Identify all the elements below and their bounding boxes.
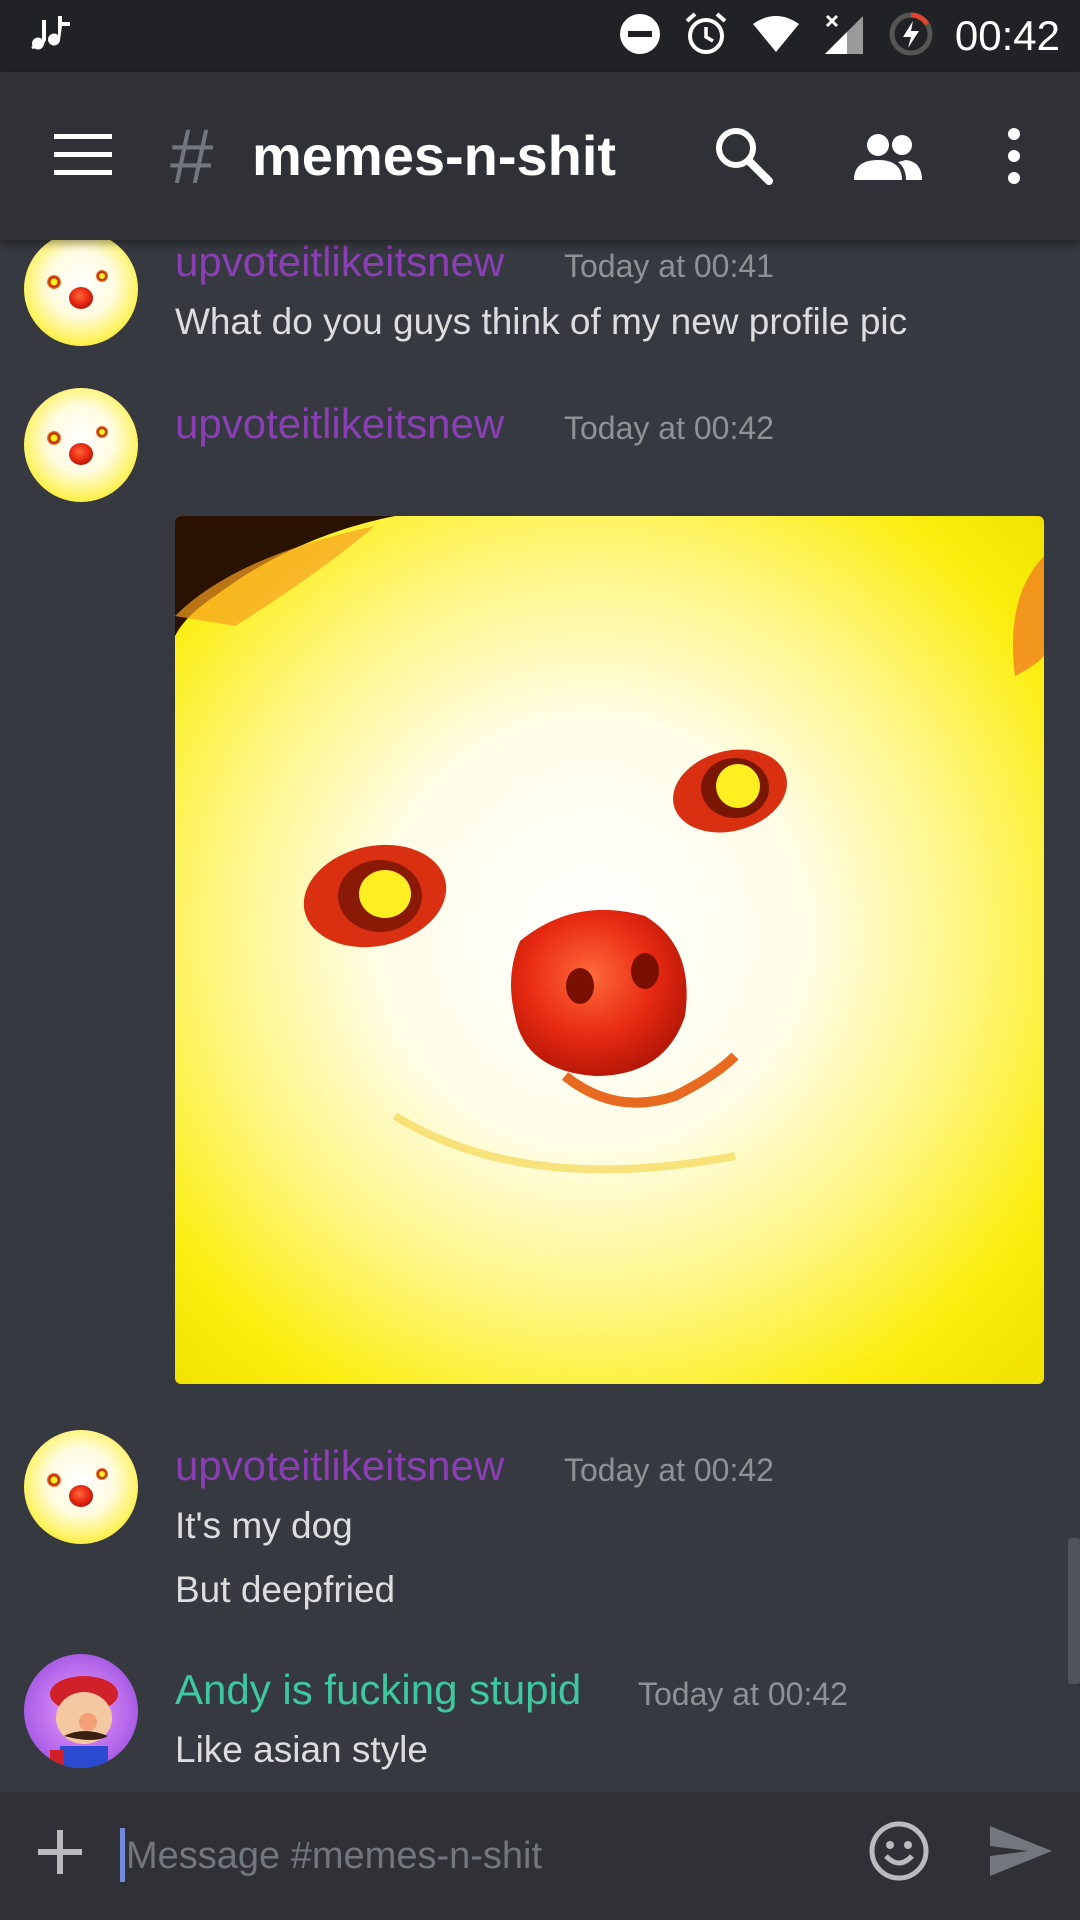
status-clock: 00:42 bbox=[954, 12, 1060, 59]
plus-icon[interactable] bbox=[38, 1830, 82, 1874]
message-list[interactable]: upvoteitlikeitsnew Today at 00:41 What d… bbox=[0, 240, 1080, 1790]
message-text: But deepfried bbox=[175, 1569, 396, 1610]
message-timestamp: Today at 00:42 bbox=[564, 410, 774, 446]
avatar[interactable] bbox=[24, 1654, 138, 1768]
message-text: What do you guys think of my new profile… bbox=[175, 301, 908, 342]
message-author[interactable]: upvoteitlikeitsnew bbox=[175, 1442, 504, 1490]
members-icon[interactable] bbox=[852, 132, 924, 182]
message-input[interactable] bbox=[124, 1820, 848, 1892]
search-icon[interactable] bbox=[712, 124, 774, 186]
avatar[interactable] bbox=[24, 240, 138, 346]
message-timestamp: Today at 00:42 bbox=[638, 1676, 848, 1712]
image-attachment[interactable] bbox=[175, 516, 1044, 1384]
message-author[interactable]: upvoteitlikeitsnew bbox=[175, 400, 504, 448]
channel-hash-icon: # bbox=[170, 112, 214, 200]
emoji-icon[interactable] bbox=[868, 1820, 930, 1882]
channel-title: memes-n-shit bbox=[252, 124, 617, 187]
music-note-icon bbox=[30, 14, 74, 58]
message-timestamp: Today at 00:42 bbox=[564, 1452, 774, 1488]
dnd-icon bbox=[619, 13, 661, 59]
status-bar: 00:42 bbox=[0, 0, 1080, 72]
scrollbar-thumb[interactable] bbox=[1068, 1538, 1080, 1684]
avatar[interactable] bbox=[24, 1430, 138, 1544]
message-author[interactable]: Andy is fucking stupid bbox=[175, 1666, 581, 1714]
message-author[interactable]: upvoteitlikeitsnew bbox=[175, 240, 504, 286]
message-composer bbox=[0, 1792, 1080, 1920]
signal-icon bbox=[823, 12, 867, 60]
wifi-icon bbox=[751, 14, 801, 58]
message-timestamp: Today at 00:41 bbox=[564, 248, 774, 284]
alarm-icon bbox=[683, 11, 729, 61]
more-options-icon[interactable] bbox=[1000, 124, 1028, 188]
channel-header: # memes-n-shit bbox=[0, 72, 1080, 240]
menu-icon[interactable] bbox=[54, 132, 112, 178]
message-text: Like asian style bbox=[175, 1729, 428, 1770]
battery-icon bbox=[889, 12, 933, 60]
avatar[interactable] bbox=[24, 388, 138, 502]
send-icon[interactable] bbox=[988, 1822, 1054, 1880]
message-text: It's my dog bbox=[175, 1505, 353, 1546]
